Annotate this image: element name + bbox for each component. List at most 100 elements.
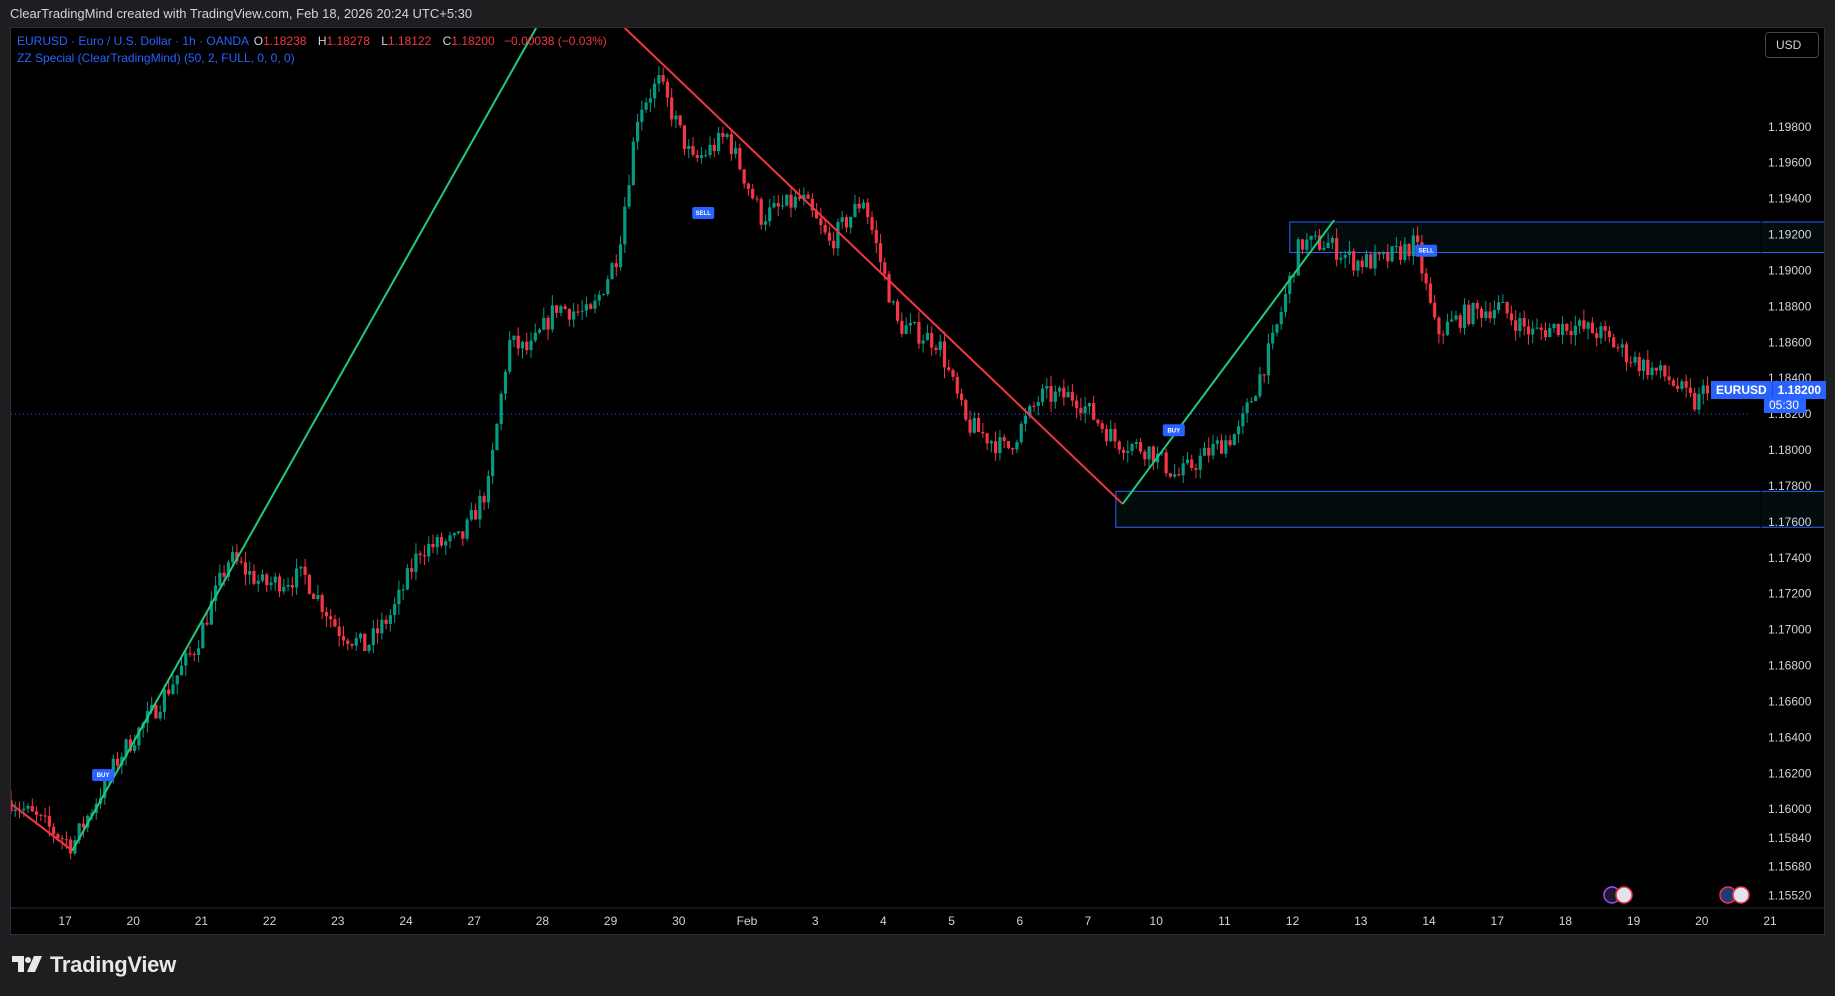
time-axis[interactable]: 17 20 21 22 23 24 27 28 29 30 Feb 3 4 5 6 7 10 11 12 13 14 17…: [58, 914, 1777, 928]
candle-body: [853, 203, 857, 217]
badge-symbol: EURUSD: [1711, 381, 1772, 399]
candle-body: [874, 229, 878, 244]
candle-body: [1079, 408, 1083, 414]
currency-button[interactable]: USD: [1765, 32, 1819, 58]
candle-body: [418, 553, 422, 556]
price-chart[interactable]: BUY SELL BUY SELL 1.19800 1.19600 1.19400 1.19…: [11, 28, 1824, 934]
candle-body: [265, 574, 269, 586]
zigzag-segment: [1121, 219, 1335, 505]
legend-open-label: O: [253, 34, 264, 48]
candle-body: [1330, 238, 1334, 243]
candle-body: [397, 589, 401, 605]
candle-body: [444, 541, 448, 546]
time-tick-label: 14: [1422, 914, 1436, 928]
time-tick-label: 10: [1150, 914, 1164, 928]
candle-body: [635, 121, 640, 142]
candle-body: [559, 306, 563, 313]
price-tick-label: 1.16800: [1768, 659, 1812, 673]
candle-body: [469, 509, 473, 520]
candle-body: [1531, 328, 1535, 335]
time-tick-label: 20: [127, 914, 141, 928]
candle-body: [1100, 423, 1104, 429]
candle-body: [1181, 463, 1185, 476]
time-tick-label: 11: [1218, 914, 1231, 928]
candle-body: [363, 633, 367, 652]
candle-body: [1011, 448, 1015, 450]
candle-body: [1062, 387, 1066, 398]
zones-layer: [1115, 221, 1824, 528]
tradingview-logo[interactable]: TradingView: [12, 952, 176, 978]
candle-body: [1019, 423, 1023, 443]
candle-body: [1612, 337, 1616, 348]
candle-body: [218, 572, 222, 586]
chart-panel[interactable]: BUY SELL BUY SELL 1.19800 1.19600 1.19400 1.19…: [10, 27, 1825, 935]
candle-body: [648, 98, 652, 103]
candle-body: [478, 496, 482, 520]
candle-body: [508, 339, 512, 372]
price-tick-label: 1.17200: [1768, 587, 1812, 601]
candle-body: [34, 811, 39, 815]
candle-body: [375, 628, 380, 634]
candle-body: [346, 640, 350, 644]
candle-body: [1458, 315, 1462, 328]
time-tick-label: 22: [263, 914, 277, 928]
candle-body: [1586, 322, 1590, 329]
candle-body: [167, 689, 171, 694]
signal-buy: BUY: [1162, 424, 1185, 437]
candle-body: [1394, 246, 1398, 248]
candle-body: [324, 611, 329, 617]
us-flag-icon[interactable]: [1615, 886, 1633, 904]
candle-body: [1381, 252, 1386, 255]
candle-body: [133, 745, 137, 751]
candle-body: [179, 665, 184, 676]
candle-body: [13, 809, 17, 812]
signal-sell: SELL: [1415, 244, 1438, 257]
candle-body: [465, 519, 469, 539]
candle-body: [537, 329, 542, 333]
event-icons[interactable]: [1603, 886, 1750, 904]
legend-close-label: C: [442, 34, 452, 48]
candle-body: [171, 684, 175, 694]
candle-body: [716, 133, 721, 152]
candle-body: [729, 134, 733, 155]
candle-body: [657, 74, 661, 84]
candle-body: [201, 622, 205, 649]
time-tick-label: 27: [468, 914, 482, 928]
candle-body: [414, 553, 418, 572]
candle-body: [333, 619, 337, 627]
candle-body: [567, 309, 571, 320]
candle-body: [964, 400, 968, 420]
candle-body: [26, 805, 30, 809]
zigzag-segment: [71, 28, 538, 852]
time-tick-label: 28: [536, 914, 550, 928]
badge-price: 1.18200: [1771, 381, 1827, 399]
candle-body: [1347, 251, 1352, 255]
candle-body: [878, 243, 883, 263]
symbol-legend[interactable]: EURUSD · Euro / U.S. Dollar · 1h · OANDA…: [17, 34, 613, 48]
indicator-legend[interactable]: ZZ Special (ClearTradingMind) (50, 2, FU…: [17, 51, 295, 65]
candle-body: [712, 144, 716, 152]
candle-body: [1676, 385, 1680, 389]
candle-body: [1607, 330, 1612, 338]
candle-body: [1560, 323, 1565, 335]
candle-body: [546, 317, 550, 330]
candle-body: [1130, 444, 1134, 451]
candle-body: [290, 585, 294, 588]
candle-body: [64, 839, 69, 841]
candle-body: [486, 476, 490, 503]
candle-body: [1526, 326, 1531, 335]
candle-body: [883, 262, 887, 274]
candle-body: [1475, 303, 1479, 309]
candle-body: [1552, 323, 1556, 329]
candle-body: [303, 566, 307, 575]
candle-body: [1573, 325, 1577, 336]
time-tick-label: 5: [948, 914, 955, 928]
legend-symbol[interactable]: EURUSD · Euro / U.S. Dollar · 1h · OANDA: [17, 34, 248, 48]
us-flag-icon-2[interactable]: [1732, 886, 1750, 904]
candle-body: [1249, 401, 1253, 403]
candle-body: [1616, 347, 1620, 349]
candle-body: [1369, 254, 1373, 269]
candle-body: [1262, 374, 1266, 376]
candle-body: [520, 341, 525, 349]
candle-body: [1036, 402, 1040, 406]
